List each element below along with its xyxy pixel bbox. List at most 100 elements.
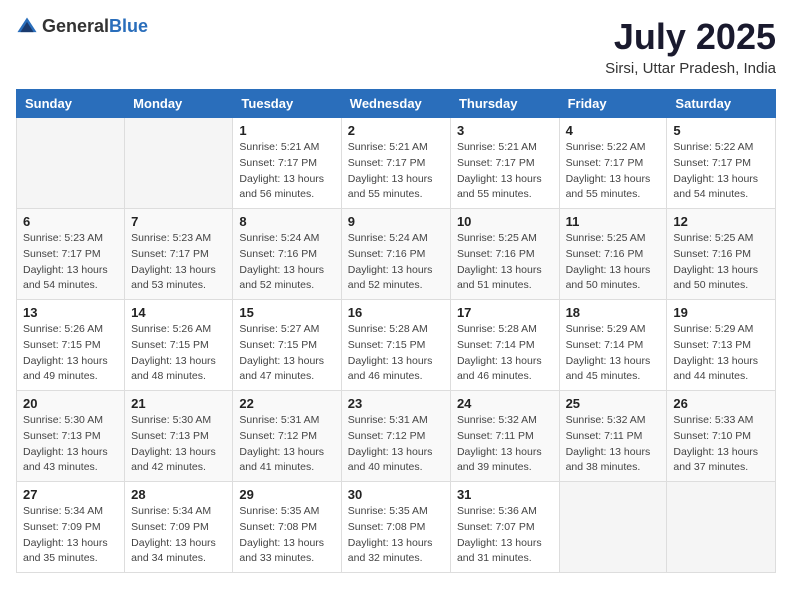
day-number: 14	[131, 305, 226, 320]
day-number: 13	[23, 305, 118, 320]
day-info: Sunrise: 5:25 AMSunset: 7:16 PMDaylight:…	[673, 231, 769, 294]
calendar-cell: 25 Sunrise: 5:32 AMSunset: 7:11 PMDayligh…	[559, 391, 667, 482]
day-number: 21	[131, 396, 226, 411]
day-number: 16	[348, 305, 444, 320]
day-info: Sunrise: 5:21 AMSunset: 7:17 PMDaylight:…	[348, 140, 444, 203]
calendar-cell: 19Sunrise: 5:29 AMSunset: 7:13 PMDayligh…	[667, 300, 776, 391]
col-sunday: Sunday	[17, 90, 125, 118]
title-block: July 2025 Sirsi, Uttar Pradesh, India	[605, 16, 776, 77]
calendar-cell: 12 Sunrise: 5:25 AMSunset: 7:16 PMDayligh…	[667, 209, 776, 300]
calendar-cell: 8 Sunrise: 5:24 AMSunset: 7:16 PMDaylight…	[233, 209, 341, 300]
day-number: 25	[566, 396, 661, 411]
day-number: 8	[239, 214, 334, 229]
day-number: 2	[348, 123, 444, 138]
calendar-cell: 2 Sunrise: 5:21 AMSunset: 7:17 PMDaylight…	[341, 118, 450, 209]
calendar-week-row: 13 Sunrise: 5:26 AMSunset: 7:15 PMDayligh…	[17, 300, 776, 391]
day-info: Sunrise: 5:21 AMSunset: 7:17 PMDaylight:…	[239, 140, 334, 203]
calendar-cell: 23 Sunrise: 5:31 AMSunset: 7:12 PMDayligh…	[341, 391, 450, 482]
calendar-cell: 31 Sunrise: 5:36 AMSunset: 7:07 PMDayligh…	[450, 482, 559, 573]
calendar-week-row: 20 Sunrise: 5:30 AMSunset: 7:13 PMDayligh…	[17, 391, 776, 482]
day-info: Sunrise: 5:35 AMSunset: 7:08 PMDaylight:…	[348, 504, 444, 567]
day-info: Sunrise: 5:26 AMSunset: 7:15 PMDaylight:…	[131, 322, 226, 385]
calendar-cell: 22Sunrise: 5:31 AMSunset: 7:12 PMDayligh…	[233, 391, 341, 482]
calendar-cell: 3 Sunrise: 5:21 AMSunset: 7:17 PMDaylight…	[450, 118, 559, 209]
day-number: 1	[239, 123, 334, 138]
day-number: 27	[23, 487, 118, 502]
day-info: Sunrise: 5:23 AMSunset: 7:17 PMDaylight:…	[131, 231, 226, 294]
day-number: 6	[23, 214, 118, 229]
day-info: Sunrise: 5:31 AMSunset: 7:12 PMDaylight:…	[348, 413, 444, 476]
calendar-cell: 13 Sunrise: 5:26 AMSunset: 7:15 PMDayligh…	[17, 300, 125, 391]
calendar-cell: 29 Sunrise: 5:35 AMSunset: 7:08 PMDayligh…	[233, 482, 341, 573]
calendar-cell: 5Sunrise: 5:22 AMSunset: 7:17 PMDaylight…	[667, 118, 776, 209]
calendar-cell	[125, 118, 233, 209]
calendar-cell: 1 Sunrise: 5:21 AMSunset: 7:17 PMDaylight…	[233, 118, 341, 209]
day-number: 19	[673, 305, 769, 320]
calendar-week-row: 6 Sunrise: 5:23 AMSunset: 7:17 PMDaylight…	[17, 209, 776, 300]
day-number: 20	[23, 396, 118, 411]
calendar-cell: 20 Sunrise: 5:30 AMSunset: 7:13 PMDayligh…	[17, 391, 125, 482]
calendar-cell: 24 Sunrise: 5:32 AMSunset: 7:11 PMDayligh…	[450, 391, 559, 482]
day-info: Sunrise: 5:21 AMSunset: 7:17 PMDaylight:…	[457, 140, 553, 203]
day-number: 31	[457, 487, 553, 502]
logo-text-blue: Blue	[109, 16, 148, 36]
col-thursday: Thursday	[450, 90, 559, 118]
day-info: Sunrise: 5:25 AMSunset: 7:16 PMDaylight:…	[457, 231, 553, 294]
day-info: Sunrise: 5:26 AMSunset: 7:15 PMDaylight:…	[23, 322, 118, 385]
calendar-cell: 18Sunrise: 5:29 AMSunset: 7:14 PMDayligh…	[559, 300, 667, 391]
day-number: 30	[348, 487, 444, 502]
logo-text-general: General	[42, 16, 109, 36]
day-info: Sunrise: 5:22 AMSunset: 7:17 PMDaylight:…	[566, 140, 661, 203]
day-number: 9	[348, 214, 444, 229]
calendar-cell	[667, 482, 776, 573]
day-number: 29	[239, 487, 334, 502]
day-info: Sunrise: 5:28 AMSunset: 7:15 PMDaylight:…	[348, 322, 444, 385]
day-number: 4	[566, 123, 661, 138]
col-monday: Monday	[125, 90, 233, 118]
calendar-cell: 28Sunrise: 5:34 AMSunset: 7:09 PMDayligh…	[125, 482, 233, 573]
calendar-cell: 6 Sunrise: 5:23 AMSunset: 7:17 PMDaylight…	[17, 209, 125, 300]
day-number: 15	[239, 305, 334, 320]
day-info: Sunrise: 5:34 AMSunset: 7:09 PMDaylight:…	[23, 504, 118, 567]
day-info: Sunrise: 5:32 AMSunset: 7:11 PMDaylight:…	[566, 413, 661, 476]
day-info: Sunrise: 5:24 AMSunset: 7:16 PMDaylight:…	[348, 231, 444, 294]
calendar-cell: 15Sunrise: 5:27 AMSunset: 7:15 PMDayligh…	[233, 300, 341, 391]
day-info: Sunrise: 5:35 AMSunset: 7:08 PMDaylight:…	[239, 504, 334, 567]
day-number: 10	[457, 214, 553, 229]
day-number: 5	[673, 123, 769, 138]
calendar-cell: 14 Sunrise: 5:26 AMSunset: 7:15 PMDayligh…	[125, 300, 233, 391]
calendar-location: Sirsi, Uttar Pradesh, India	[605, 60, 776, 77]
day-number: 3	[457, 123, 553, 138]
calendar-cell: 16 Sunrise: 5:28 AMSunset: 7:15 PMDayligh…	[341, 300, 450, 391]
day-info: Sunrise: 5:30 AMSunset: 7:13 PMDaylight:…	[23, 413, 118, 476]
col-wednesday: Wednesday	[341, 90, 450, 118]
calendar-cell: 11Sunrise: 5:25 AMSunset: 7:16 PMDayligh…	[559, 209, 667, 300]
day-info: Sunrise: 5:36 AMSunset: 7:07 PMDaylight:…	[457, 504, 553, 567]
calendar-cell: 21 Sunrise: 5:30 AMSunset: 7:13 PMDayligh…	[125, 391, 233, 482]
col-tuesday: Tuesday	[233, 90, 341, 118]
col-friday: Friday	[559, 90, 667, 118]
logo: GeneralBlue	[16, 16, 148, 38]
day-number: 17	[457, 305, 553, 320]
day-number: 24	[457, 396, 553, 411]
day-number: 23	[348, 396, 444, 411]
day-number: 12	[673, 214, 769, 229]
page-header: GeneralBlue July 2025 Sirsi, Uttar Prade…	[16, 16, 776, 77]
day-info: Sunrise: 5:32 AMSunset: 7:11 PMDaylight:…	[457, 413, 553, 476]
day-info: Sunrise: 5:33 AMSunset: 7:10 PMDaylight:…	[673, 413, 769, 476]
day-info: Sunrise: 5:23 AMSunset: 7:17 PMDaylight:…	[23, 231, 118, 294]
calendar-cell	[17, 118, 125, 209]
calendar-cell	[559, 482, 667, 573]
logo-icon	[16, 16, 38, 38]
calendar-title: July 2025	[605, 16, 776, 58]
calendar-table: Sunday Monday Tuesday Wednesday Thursday…	[16, 89, 776, 573]
day-number: 18	[566, 305, 661, 320]
calendar-cell: 26 Sunrise: 5:33 AMSunset: 7:10 PMDayligh…	[667, 391, 776, 482]
day-info: Sunrise: 5:30 AMSunset: 7:13 PMDaylight:…	[131, 413, 226, 476]
calendar-week-row: 27 Sunrise: 5:34 AMSunset: 7:09 PMDayligh…	[17, 482, 776, 573]
col-saturday: Saturday	[667, 90, 776, 118]
day-info: Sunrise: 5:24 AMSunset: 7:16 PMDaylight:…	[239, 231, 334, 294]
day-number: 26	[673, 396, 769, 411]
day-number: 7	[131, 214, 226, 229]
day-number: 11	[566, 214, 661, 229]
